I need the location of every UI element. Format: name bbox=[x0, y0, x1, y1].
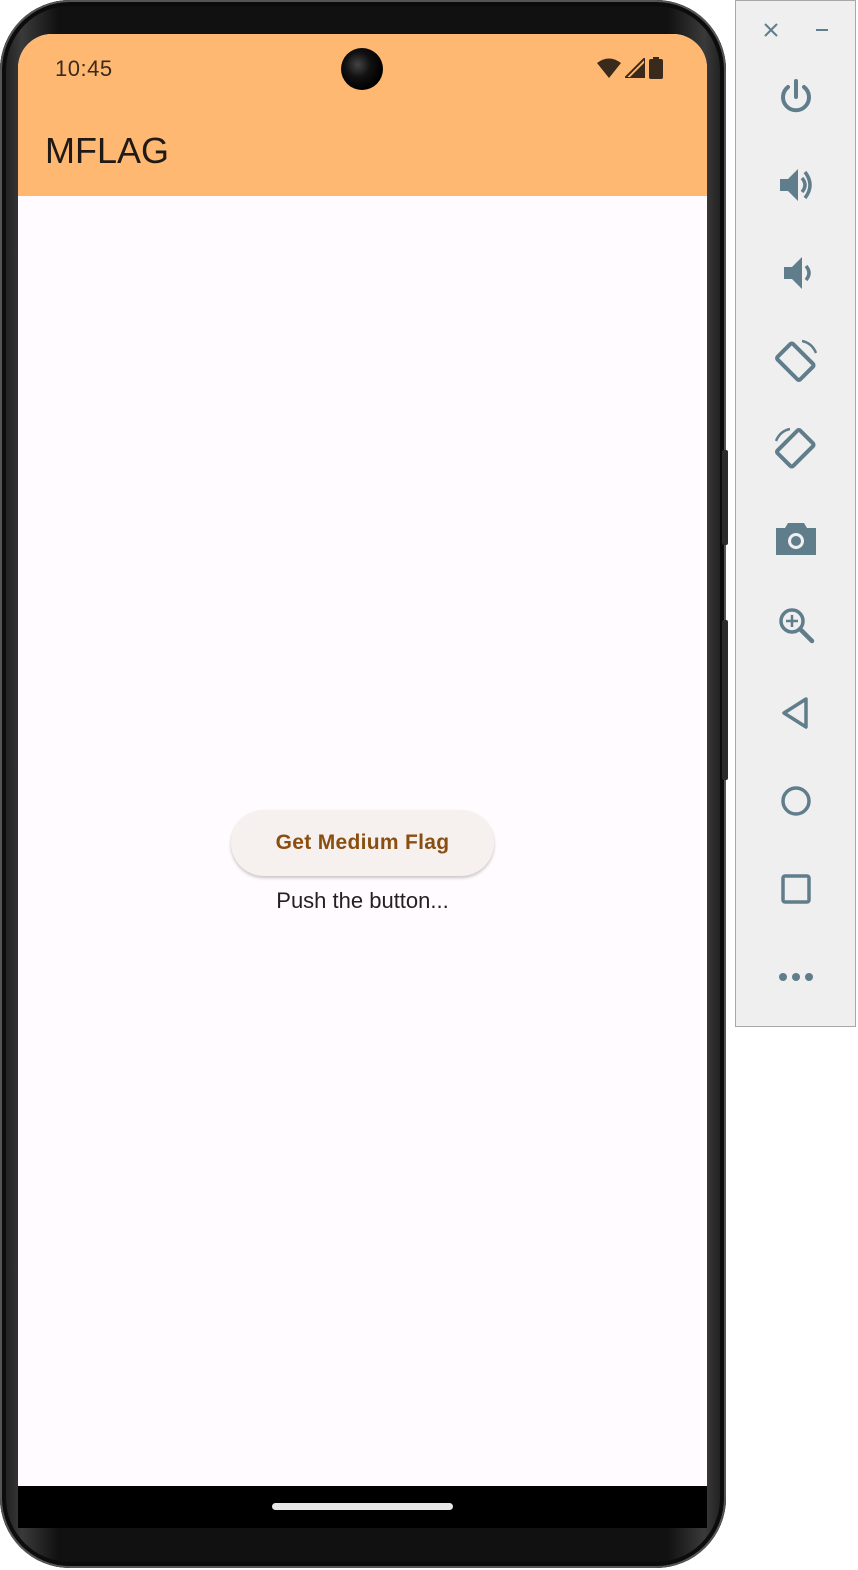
wifi-icon bbox=[597, 58, 621, 78]
volume-up-icon[interactable] bbox=[766, 155, 826, 215]
rotate-right-icon[interactable] bbox=[766, 419, 826, 479]
emulator-window-controls bbox=[736, 15, 855, 45]
phone-frame: 10:45 MFLAG Get Medium Flag Push the but… bbox=[0, 0, 728, 1568]
cell-signal-icon bbox=[625, 58, 645, 78]
status-time: 10:45 bbox=[55, 56, 113, 81]
device-screen: 10:45 MFLAG Get Medium Flag Push the but… bbox=[18, 34, 707, 1528]
more-icon[interactable] bbox=[766, 947, 826, 1007]
home-icon[interactable] bbox=[766, 771, 826, 831]
app-bar: MFLAG bbox=[18, 104, 707, 196]
zoom-icon[interactable] bbox=[766, 595, 826, 655]
power-icon[interactable] bbox=[766, 67, 826, 127]
get-medium-flag-button[interactable]: Get Medium Flag bbox=[231, 810, 494, 876]
home-gesture-handle[interactable] bbox=[272, 1503, 453, 1510]
minimize-icon[interactable] bbox=[807, 15, 837, 45]
rotate-left-icon[interactable] bbox=[766, 331, 826, 391]
status-bar: 10:45 bbox=[18, 34, 707, 104]
status-message: Push the button... bbox=[276, 888, 449, 913]
phone-volume-rocker bbox=[722, 620, 728, 780]
battery-icon bbox=[649, 57, 663, 79]
main-content: Get Medium Flag Push the button... bbox=[18, 196, 707, 1486]
status-icons bbox=[597, 56, 663, 80]
emulator-toolbar bbox=[735, 0, 856, 1027]
phone-side-button bbox=[722, 450, 728, 545]
camera-icon[interactable] bbox=[766, 507, 826, 567]
overview-icon[interactable] bbox=[766, 859, 826, 919]
back-icon[interactable] bbox=[766, 683, 826, 743]
app-title: MFLAG bbox=[45, 130, 170, 171]
navigation-bar bbox=[18, 1486, 707, 1528]
volume-down-icon[interactable] bbox=[766, 243, 826, 303]
close-icon[interactable] bbox=[756, 15, 786, 45]
front-camera bbox=[341, 48, 383, 90]
